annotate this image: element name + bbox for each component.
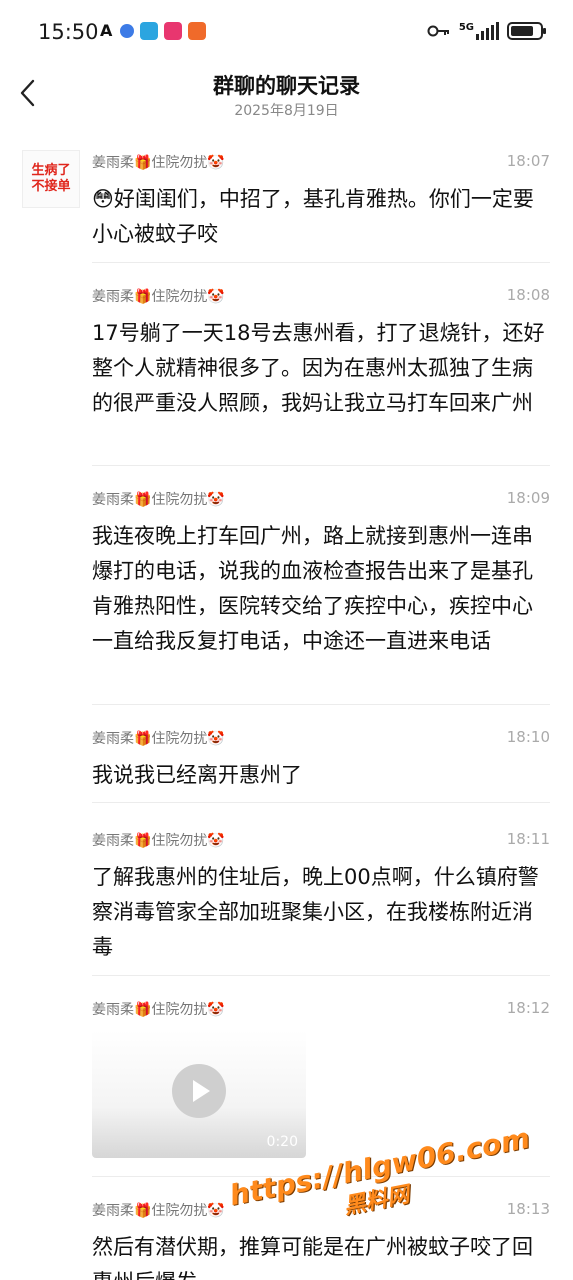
message-text: 了解我惠州的住址后，晚上00点啊，什么镇府警察消毒管家全部加班聚集小区，在我楼栋… — [92, 865, 539, 959]
signal-icon — [476, 22, 499, 40]
message-text: 😳好闺闺们，中招了，基孔肯雅热。你们一定要小心被蚊子咬 — [92, 187, 534, 246]
network-type-label: 5G — [458, 21, 474, 33]
avatar-text-line-2: 不接单 — [31, 179, 71, 194]
divider — [92, 975, 550, 976]
chat-message[interactable]: 姜雨柔🎁住院勿扰🤡 18:09 我连夜晚上打车回广州，路上就接到惠州一连串爆打的… — [92, 489, 550, 659]
message-text: 我说我已经离开惠州了 — [92, 763, 302, 787]
sender-name: 姜雨柔🎁住院勿扰🤡 — [92, 1203, 225, 1219]
status-right-icons: 5G — [427, 21, 546, 40]
avatar-text-line-1: 生病了 — [31, 163, 71, 178]
notification-icons: A — [100, 22, 206, 40]
page-title: 群聊的聊天记录 — [213, 74, 360, 98]
message-time: 18:08 — [506, 286, 550, 304]
chat-message[interactable]: 姜雨柔🎁住院勿扰🤡 18:10 我说我已经离开惠州了 — [92, 728, 550, 793]
message-text: 我连夜晚上打车回广州，路上就接到惠州一连串爆打的电话，说我的血液检查报告出来了是… — [92, 524, 533, 653]
sender-name: 姜雨柔🎁住院勿扰🤡 — [92, 731, 225, 747]
sender-name: 姜雨柔🎁住院勿扰🤡 — [92, 1002, 225, 1018]
divider — [92, 262, 550, 263]
sender-name: 姜雨柔🎁住院勿扰🤡 — [92, 492, 225, 508]
shield-app-icon — [188, 22, 206, 40]
message-time: 18:10 — [506, 728, 550, 746]
video-message[interactable]: 0:20 — [92, 1030, 306, 1158]
video-duration: 0:20 — [266, 1134, 298, 1150]
chat-message[interactable]: 姜雨柔🎁住院勿扰🤡 18:08 17号躺了一天18号去惠州看，打了退烧针，还好整… — [92, 286, 550, 421]
chat-date: 2025年8月19日 — [234, 103, 339, 119]
sender-name: 姜雨柔🎁住院勿扰🤡 — [92, 155, 225, 171]
divider — [92, 704, 550, 705]
message-time: 18:11 — [506, 830, 550, 848]
font-a-icon: A — [100, 21, 113, 40]
status-time: 15:50 — [38, 20, 99, 44]
message-text: 然后有潜伏期，推算可能是在广州被蚊子咬了回惠州后爆发 — [92, 1235, 533, 1280]
header: 群聊的聊天记录 2025年8月19日 — [0, 66, 573, 136]
play-icon[interactable] — [172, 1064, 226, 1118]
divider — [92, 802, 550, 803]
book-app-icon — [140, 22, 158, 40]
sender-name: 姜雨柔🎁住院勿扰🤡 — [92, 833, 225, 849]
battery-icon — [507, 22, 546, 40]
avatar[interactable]: 生病了 不接单 — [22, 150, 80, 208]
app-blue-icon — [120, 24, 134, 38]
message-time: 18:13 — [506, 1200, 550, 1218]
chat-message[interactable]: 姜雨柔🎁住院勿扰🤡 18:11 了解我惠州的住址后，晚上00点啊，什么镇府警察消… — [92, 830, 550, 965]
message-time: 18:09 — [506, 489, 550, 507]
chat-message[interactable]: 姜雨柔🎁住院勿扰🤡 18:12 — [92, 999, 550, 1023]
divider — [92, 465, 550, 466]
status-bar: 15:50 A 5G — [0, 0, 573, 66]
message-time: 18:07 — [506, 152, 550, 170]
chat-message[interactable]: 姜雨柔🎁住院勿扰🤡 18:07 😳好闺闺们，中招了，基孔肯雅热。你们一定要小心被… — [92, 152, 550, 252]
video-app-icon — [164, 22, 182, 40]
message-time: 18:12 — [506, 999, 550, 1017]
message-text: 17号躺了一天18号去惠州看，打了退烧针，还好整个人就精神很多了。因为在惠州太孤… — [92, 321, 545, 415]
key-icon — [427, 25, 449, 37]
sender-name: 姜雨柔🎁住院勿扰🤡 — [92, 289, 225, 305]
